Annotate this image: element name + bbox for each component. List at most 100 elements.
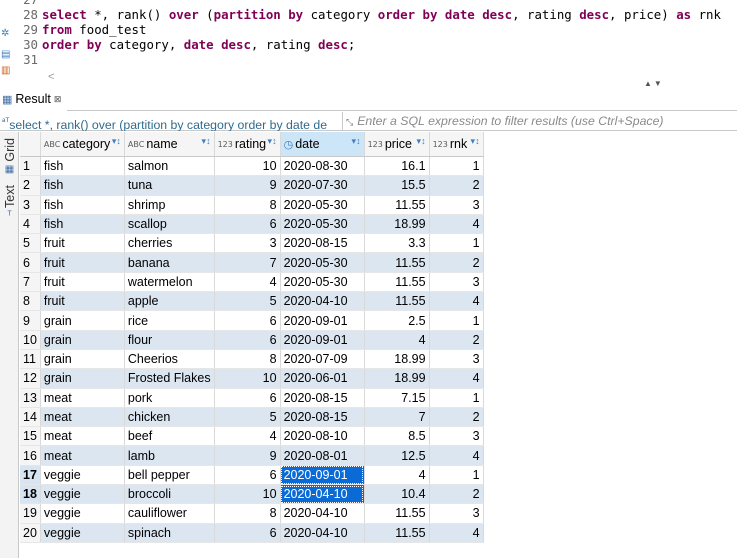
table-row[interactable]: 9 grain rice 6 2020-09-01 2.5 1 <box>20 310 484 331</box>
cell-date[interactable]: 2020-08-01 <box>280 445 365 466</box>
cell-rating[interactable]: 8 <box>214 503 281 524</box>
cell-rating[interactable]: 10 <box>214 156 281 177</box>
cell-price[interactable]: 15.5 <box>364 175 430 196</box>
cell-rnk[interactable]: 4 <box>429 214 484 235</box>
cell-rnk[interactable]: 3 <box>429 349 484 370</box>
cell-rnk[interactable]: 3 <box>429 272 484 293</box>
cell-category[interactable]: fruit <box>40 252 125 273</box>
cell-rnk[interactable]: 2 <box>429 175 484 196</box>
results-grid[interactable]: ABC category ▾↕ ABC name ▾↕ 123 rating ▾↕ ◷ date ▾↕… <box>20 132 484 543</box>
grid-corner[interactable] <box>20 132 41 157</box>
cell-category[interactable]: meat <box>40 426 125 447</box>
cell-rnk[interactable]: 2 <box>429 484 484 505</box>
cell-date[interactable]: 2020-04-10 <box>280 484 365 505</box>
cell-price[interactable]: 12.5 <box>364 445 430 466</box>
column-header-date[interactable]: ◷ date ▾↕ <box>280 132 365 157</box>
cell-name[interactable]: bell pepper <box>124 465 215 486</box>
row-number[interactable]: 6 <box>20 252 41 273</box>
cell-rnk[interactable]: 2 <box>429 252 484 273</box>
cell-name[interactable]: scallop <box>124 214 215 235</box>
cell-category[interactable]: meat <box>40 388 125 408</box>
cell-rating[interactable]: 10 <box>214 484 281 505</box>
cell-date[interactable]: 2020-05-30 <box>280 272 365 293</box>
row-number[interactable]: 17 <box>20 465 41 486</box>
row-number[interactable]: 12 <box>20 368 41 389</box>
cell-category[interactable]: fruit <box>40 291 125 312</box>
row-number[interactable]: 14 <box>20 407 41 428</box>
column-header-category[interactable]: ABC category ▾↕ <box>40 132 125 157</box>
cell-date[interactable]: 2020-05-30 <box>280 214 365 235</box>
cell-rating[interactable]: 8 <box>214 349 281 370</box>
cell-category[interactable]: fish <box>40 214 125 235</box>
cell-price[interactable]: 11.55 <box>364 503 430 524</box>
cell-price[interactable]: 18.99 <box>364 214 430 235</box>
row-number[interactable]: 20 <box>20 523 41 543</box>
cell-name[interactable]: pork <box>124 388 215 408</box>
cell-price[interactable]: 4 <box>364 465 430 486</box>
cell-name[interactable]: salmon <box>124 156 215 177</box>
cell-rating[interactable]: 6 <box>214 310 281 331</box>
cell-rnk[interactable]: 3 <box>429 195 484 215</box>
table-row[interactable]: 16 meat lamb 9 2020-08-01 12.5 4 <box>20 445 484 466</box>
row-number[interactable]: 15 <box>20 426 41 447</box>
cell-rnk[interactable]: 3 <box>429 503 484 524</box>
cell-name[interactable]: cherries <box>124 233 215 254</box>
table-row[interactable]: 2 fish tuna 9 2020-07-30 15.5 2 <box>20 175 484 196</box>
cell-rating[interactable]: 6 <box>214 330 281 350</box>
cell-date[interactable]: 2020-04-10 <box>280 523 365 543</box>
table-row[interactable]: 5 fruit cherries 3 2020-08-15 3.3 1 <box>20 233 484 254</box>
cell-rating[interactable]: 5 <box>214 291 281 312</box>
sql-editor[interactable]: ✲ ▤ ▥ 2728 select *, rank() over (partiti… <box>0 0 737 88</box>
cell-price[interactable]: 11.55 <box>364 195 430 215</box>
cell-category[interactable]: grain <box>40 349 125 370</box>
cell-price[interactable]: 11.55 <box>364 291 430 312</box>
row-number[interactable]: 9 <box>20 310 41 331</box>
row-number[interactable]: 7 <box>20 272 41 293</box>
row-number[interactable]: 18 <box>20 484 41 505</box>
table-row[interactable]: 10 grain flour 6 2020-09-01 4 2 <box>20 330 484 350</box>
table-row[interactable]: 4 fish scallop 6 2020-05-30 18.99 4 <box>20 214 484 235</box>
cell-rating[interactable]: 7 <box>214 252 281 273</box>
cell-category[interactable]: grain <box>40 330 125 350</box>
cell-category[interactable]: meat <box>40 407 125 428</box>
cell-rating[interactable]: 3 <box>214 233 281 254</box>
cell-category[interactable]: fish <box>40 156 125 177</box>
cell-date[interactable]: 2020-08-30 <box>280 156 365 177</box>
row-number[interactable]: 19 <box>20 503 41 524</box>
column-header-rnk[interactable]: 123 rnk ▾↕ <box>429 132 484 157</box>
table-row[interactable]: 7 fruit watermelon 4 2020-05-30 11.55 3 <box>20 272 484 293</box>
editor-line[interactable]: 31 <box>14 52 42 67</box>
cell-date[interactable]: 2020-09-01 <box>280 310 365 331</box>
table-row[interactable]: 13 meat pork 6 2020-08-15 7.15 1 <box>20 388 484 408</box>
cell-name[interactable]: Frosted Flakes <box>124 368 215 389</box>
cell-date[interactable]: 2020-09-01 <box>280 465 365 486</box>
cell-rating[interactable]: 9 <box>214 445 281 466</box>
cell-price[interactable]: 7 <box>364 407 430 428</box>
cell-name[interactable]: chicken <box>124 407 215 428</box>
filter-expand-icon[interactable]: ⤡ <box>346 117 353 127</box>
cell-price[interactable]: 7.15 <box>364 388 430 408</box>
cell-name[interactable]: rice <box>124 310 215 331</box>
cell-date[interactable]: 2020-09-01 <box>280 330 365 350</box>
cell-category[interactable]: fish <box>40 175 125 196</box>
cell-price[interactable]: 11.55 <box>364 523 430 543</box>
row-number[interactable]: 4 <box>20 214 41 235</box>
cell-rating[interactable]: 6 <box>214 214 281 235</box>
cell-name[interactable]: apple <box>124 291 215 312</box>
query-text[interactable]: ᵃᵀselect *, rank() over (partition by ca… <box>0 112 340 131</box>
cell-rnk[interactable]: 2 <box>429 407 484 428</box>
table-row[interactable]: 14 meat chicken 5 2020-08-15 7 2 <box>20 407 484 428</box>
cell-rnk[interactable]: 4 <box>429 445 484 466</box>
cell-rnk[interactable]: 1 <box>429 310 484 331</box>
row-number[interactable]: 8 <box>20 291 41 312</box>
cell-category[interactable]: fish <box>40 195 125 215</box>
cell-rating[interactable]: 6 <box>214 523 281 543</box>
column-header-rating[interactable]: 123 rating ▾↕ <box>214 132 281 157</box>
cell-category[interactable]: fruit <box>40 272 125 293</box>
row-number[interactable]: 5 <box>20 233 41 254</box>
sort-filter-icon[interactable]: ▾↕ <box>471 136 480 147</box>
cell-price[interactable]: 18.99 <box>364 368 430 389</box>
cell-rnk[interactable]: 2 <box>429 330 484 350</box>
cell-price[interactable]: 18.99 <box>364 349 430 370</box>
table-row[interactable]: 12 grain Frosted Flakes 10 2020-06-01 18.99 4 <box>20 368 484 389</box>
